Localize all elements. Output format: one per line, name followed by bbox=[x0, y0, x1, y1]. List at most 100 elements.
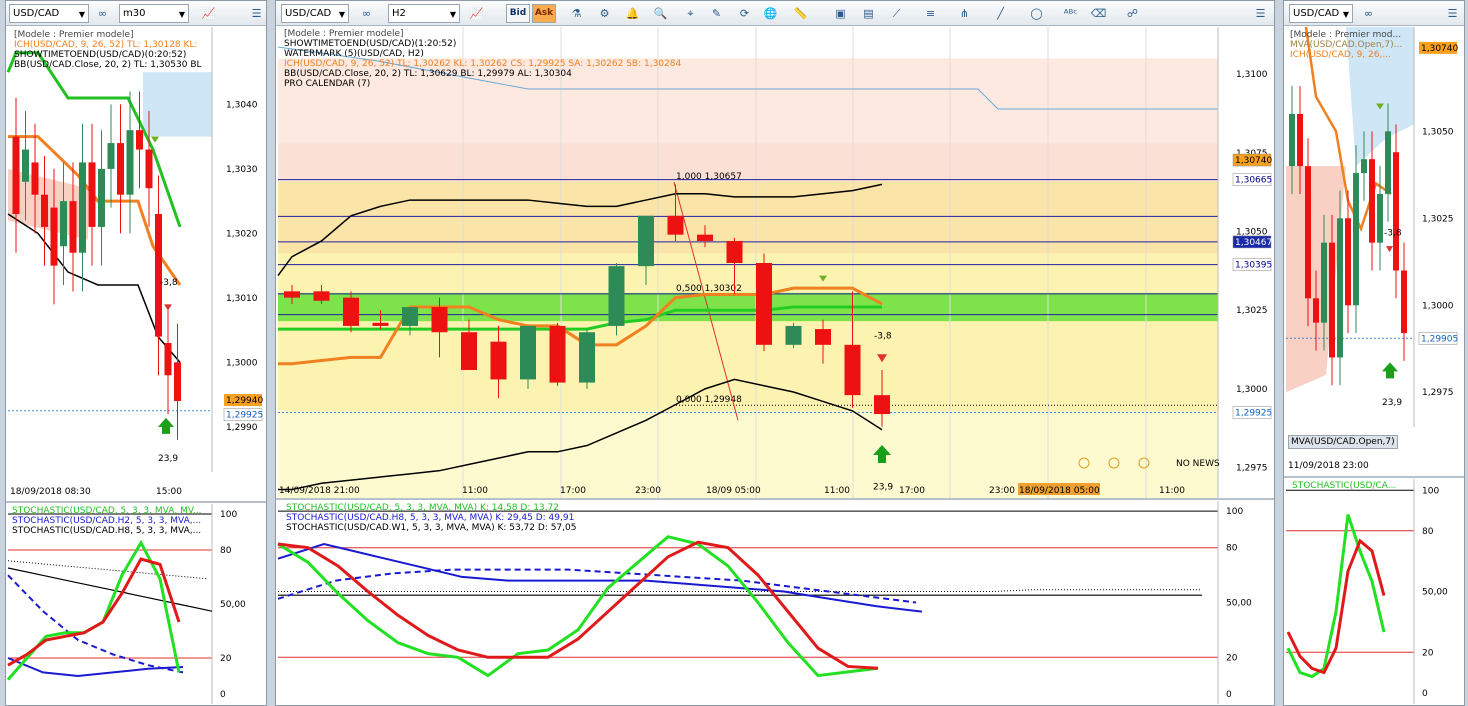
timeframe-select[interactable]: m30 ▼ bbox=[119, 4, 189, 23]
candle-body bbox=[145, 149, 153, 189]
pane-divider[interactable] bbox=[276, 498, 1274, 500]
candle-body bbox=[520, 325, 536, 380]
right-stoch-svg: 100 80 50,00 20 0 bbox=[1286, 479, 1448, 704]
main-chart-panel: USD/CAD ▼ ∞ H2 ▼ 📈 Bid Ask ⚗ ⚙ 🔔 🔍 ⌖ ✎ ⟳ 🌐… bbox=[275, 0, 1275, 706]
legend-line: ICH(USD/CAD, 9, 26,... bbox=[1290, 50, 1391, 60]
crosshair-icon[interactable]: ⌖ bbox=[680, 4, 701, 23]
link-icon[interactable]: ∞ bbox=[92, 4, 113, 23]
note-icon[interactable]: ✎ bbox=[706, 4, 727, 23]
ask-button[interactable]: Ask bbox=[532, 4, 556, 23]
date-label: 18/09/2018 08:30 bbox=[10, 487, 91, 497]
fib-zone bbox=[278, 181, 1218, 254]
right-stoch-legend: STOCHASTIC(USD/CA... bbox=[1292, 481, 1396, 491]
no-news-label: NO NEWS bbox=[1176, 459, 1220, 469]
right-chart-panel: USD/CAD ▼ ∞ ☰ -3,8 23,9 1,3050 1,3025 1,3000 1… bbox=[1283, 0, 1465, 706]
pitchfork-icon[interactable]: ⋔ bbox=[954, 4, 975, 23]
candle-body bbox=[1321, 242, 1327, 323]
text-tool-icon[interactable]: ᴬᴮᶜ bbox=[1060, 4, 1081, 23]
signal-label: -3,8 bbox=[874, 332, 892, 342]
menu-icon[interactable]: ☰ bbox=[1250, 4, 1271, 23]
menu-icon[interactable]: ☰ bbox=[1442, 4, 1463, 23]
candle-body bbox=[1289, 113, 1295, 167]
candle-body bbox=[1305, 166, 1311, 299]
main-price-svg: 1,000 1,306570,500 1,303020,000 1,29948-… bbox=[277, 27, 1272, 499]
strategy-icon[interactable]: ⚙ bbox=[594, 4, 615, 23]
trendline-icon[interactable]: ╱ bbox=[990, 4, 1011, 23]
legend-line: BB(USD/CAD.Close, 20, 2) TL: 1,30629 BL:… bbox=[284, 69, 572, 79]
zoom-icon[interactable]: 🔍 bbox=[650, 4, 671, 23]
x-tick-label: 23:00 bbox=[989, 486, 1015, 496]
symbol-select[interactable]: USD/CAD ▼ bbox=[9, 4, 89, 23]
candle-body bbox=[164, 343, 172, 376]
y-tick-label: 0 bbox=[1422, 689, 1428, 699]
y-tick-label: 1,3020 bbox=[226, 229, 258, 239]
ellipse-icon[interactable]: ◯ bbox=[1026, 4, 1047, 23]
legend-line: [Modele : Premier mod... bbox=[1290, 30, 1402, 40]
ichimoku-cloud bbox=[143, 72, 212, 137]
candle-body bbox=[117, 143, 124, 195]
link-icon[interactable]: ∞ bbox=[1358, 4, 1379, 23]
y-tick-label: 1,3050 bbox=[1422, 127, 1454, 137]
ruler-icon[interactable]: 📏 bbox=[790, 4, 811, 23]
main-price-plot[interactable]: 1,000 1,30657 0,500 1,30302 0,000 1,29948-… bbox=[277, 27, 1274, 499]
draw-lines-icon[interactable]: ⟋ bbox=[886, 4, 907, 23]
hlines-icon[interactable]: ≡ bbox=[920, 4, 941, 23]
candle-body bbox=[815, 329, 831, 345]
candle-body bbox=[785, 325, 802, 345]
left-price-svg: -3,8 23,9 1,3040 1,3030 1,3020 1,3010 1,3000 1,… bbox=[6, 27, 263, 472]
symbol-select-value: USD/CAD bbox=[13, 8, 60, 19]
legend-line: STOCHASTIC(USD/CAD.W1, 5, 3, 3, MVA, MVA… bbox=[286, 523, 577, 533]
alert-icon[interactable]: 🔔 bbox=[622, 4, 643, 23]
globe-icon[interactable]: 🌐 bbox=[760, 4, 781, 23]
network-icon[interactable]: ☍ bbox=[1122, 4, 1143, 23]
legend-line: SHOWTIMETOEND(USD/CAD)(0:20:52) bbox=[14, 50, 187, 60]
image-icon[interactable]: ▣ bbox=[830, 4, 851, 23]
menu-icon[interactable]: ☰ bbox=[246, 4, 267, 23]
symbol-select[interactable]: USD/CAD ▼ bbox=[281, 4, 349, 23]
left-stoch-plot[interactable]: 100 80 50,00 20 0 STOCHASTIC(USD/CAD, 5, 3, … bbox=[6, 504, 266, 704]
y-tick-label: 1,3030 bbox=[226, 165, 258, 175]
x-tick-label: 23:00 bbox=[635, 486, 661, 496]
refresh-icon[interactable]: ⟳ bbox=[734, 4, 755, 23]
template-icon[interactable]: ▤ bbox=[858, 4, 879, 23]
fib-label: 1,000 1,30657 bbox=[676, 172, 742, 182]
y-tick-label: 20 bbox=[1226, 653, 1238, 663]
right-price-plot[interactable]: -3,8 23,9 1,3050 1,3025 1,3000 1,2975 1,30740 1… bbox=[1286, 26, 1464, 483]
y-tick-label: 80 bbox=[220, 546, 232, 556]
symbol-select[interactable]: USD/CAD ▼ bbox=[1289, 4, 1353, 23]
price-tag-label: 1,29925 bbox=[1235, 408, 1272, 418]
main-stoch-plot[interactable]: 100 80 50,00 20 0 STOCHASTIC(USD/CAD, 5, 3, … bbox=[277, 501, 1274, 704]
stoch-d-line bbox=[7, 557, 181, 667]
chevron-down-icon: ▼ bbox=[1342, 10, 1349, 19]
bid-button[interactable]: Bid bbox=[506, 4, 530, 23]
x-tick-label: 17:00 bbox=[899, 486, 925, 496]
candle-body bbox=[1393, 152, 1399, 271]
eraser-icon[interactable]: ⌫ bbox=[1088, 4, 1109, 23]
y-tick-label: 1,2975 bbox=[1236, 464, 1268, 474]
candle-body bbox=[490, 341, 507, 380]
legend-line: STOCHASTIC(USD/CAD, 5, 3, 3, MVA, MVA) K… bbox=[286, 503, 559, 513]
link-icon[interactable]: ∞ bbox=[356, 4, 377, 23]
candle-body bbox=[313, 291, 330, 301]
chevron-down-icon: ▼ bbox=[449, 10, 456, 19]
y-tick-label: 20 bbox=[1422, 648, 1434, 658]
pane-divider[interactable] bbox=[6, 501, 266, 503]
left-price-plot[interactable]: -3,8 23,9 1,3040 1,3030 1,3020 1,3010 1,3000 1,… bbox=[6, 27, 266, 499]
x-tick-label: 18/09/2018 05:00 bbox=[1019, 486, 1100, 496]
y-tick-label: 80 bbox=[1422, 527, 1434, 537]
price-tag-label: 1,30467 bbox=[1235, 238, 1272, 248]
candle-body bbox=[874, 395, 890, 415]
right-stoch-plot[interactable]: 100 80 50,00 20 0 STOCHASTIC(USD/CA... bbox=[1286, 479, 1464, 704]
indicator-icon[interactable]: ⚗ bbox=[566, 4, 587, 23]
chart-type-icon[interactable]: 📈 bbox=[466, 4, 487, 23]
chart-type-icon[interactable]: 📈 bbox=[198, 4, 219, 23]
timeframe-select[interactable]: H2 ▼ bbox=[388, 4, 460, 23]
candle-body bbox=[69, 201, 77, 253]
legend-line: ICH(USD/CAD, 9, 26, 52) TL: 1,30128 KL: bbox=[14, 40, 198, 50]
candle-body bbox=[402, 307, 418, 326]
x-tick-label: 11:00 bbox=[462, 486, 488, 496]
pane-divider[interactable] bbox=[1284, 476, 1464, 478]
date-label: 11/09/2018 23:00 bbox=[1288, 461, 1369, 471]
candle-body bbox=[431, 307, 448, 333]
left-toolbar: USD/CAD ▼ ∞ m30 ▼ 📈 ☰ bbox=[6, 1, 266, 26]
